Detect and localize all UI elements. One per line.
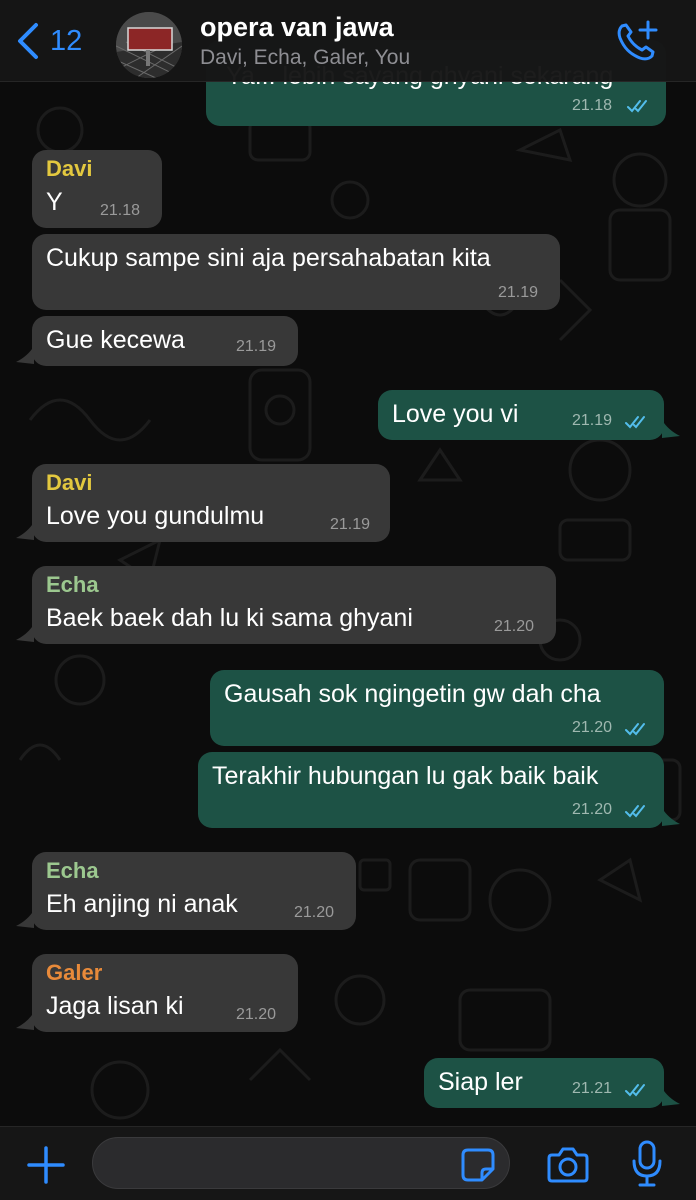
message-input[interactable]: [92, 1137, 510, 1189]
message-outgoing[interactable]: Terakhir hubungan lu gak baik baik 21.20: [198, 752, 664, 828]
unread-count: 12: [50, 24, 83, 57]
message-incoming[interactable]: Cukup sampe sini aja persahabatan kita 2…: [32, 234, 560, 310]
double-check-icon: [627, 100, 647, 113]
message-incoming[interactable]: Galer Jaga lisan ki 21.20: [32, 954, 298, 1032]
attach-button[interactable]: [26, 1145, 66, 1185]
message-text: Love you gundulmu: [46, 502, 265, 530]
message-incoming[interactable]: Echa Eh anjing ni anak 21.20: [32, 852, 356, 930]
chat-header: 12 opera van jawa Davi, Echa, Galer, You: [0, 0, 696, 82]
message-sender: Echa: [46, 572, 99, 597]
message-time: 21.18: [100, 202, 141, 219]
message-sender: Davi: [46, 470, 93, 495]
bubble-tail: [16, 910, 34, 928]
back-button[interactable]: 12: [14, 20, 82, 62]
message-text: Eh anjing ni anak: [46, 890, 238, 918]
group-title[interactable]: opera van jawa: [200, 12, 394, 43]
message-sender: Galer: [46, 960, 103, 985]
message-text: Love you vi: [392, 400, 519, 428]
message-outgoing[interactable]: Gausah sok ngingetin gw dah cha 21.20: [210, 670, 664, 746]
message-time: 21.19: [572, 412, 613, 429]
message-sender: Davi: [46, 156, 93, 181]
message-time: 21.19: [498, 284, 539, 301]
message-text: Jaga lisan ki: [46, 992, 184, 1020]
message-time: 21.20: [572, 719, 613, 736]
message-outgoing[interactable]: Love you vi 21.19: [378, 390, 664, 440]
message-time: 21.20: [236, 1006, 277, 1023]
message-incoming[interactable]: Davi Love you gundulmu 21.19: [32, 464, 390, 542]
double-check-icon: [625, 723, 645, 736]
message-time: 21.18: [572, 97, 613, 114]
microphone-button[interactable]: [630, 1139, 664, 1189]
bubble-tail: [16, 346, 34, 364]
bubble-tail: [662, 1088, 680, 1106]
bubble-tail: [16, 522, 34, 540]
bubble-tail: [16, 1012, 34, 1030]
phone-plus-icon: [617, 20, 658, 61]
message-text: Gue kecewa: [46, 326, 185, 354]
message-incoming[interactable]: Davi Y 21.18: [32, 150, 162, 228]
bubble-tail: [662, 420, 680, 438]
group-avatar[interactable]: [116, 12, 182, 78]
message-time: 21.20: [494, 618, 535, 635]
sticker-button[interactable]: [460, 1147, 496, 1183]
chat-screen: 12 opera van jawa Davi, Echa, Galer, You: [0, 0, 696, 1200]
message-text: Gausah sok ngingetin gw dah cha: [224, 680, 601, 708]
double-check-icon: [625, 1084, 645, 1097]
message-outgoing[interactable]: Siap ler 21.21: [424, 1058, 664, 1108]
message-text: Y: [46, 188, 63, 216]
message-text: Baek baek dah lu ki sama ghyani: [46, 604, 413, 632]
composer-bar: [0, 1126, 696, 1200]
message-incoming[interactable]: Echa Baek baek dah lu ki sama ghyani 21.…: [32, 566, 556, 644]
message-time: 21.19: [330, 516, 371, 533]
message-time: 21.21: [572, 1080, 613, 1097]
message-incoming[interactable]: Gue kecewa 21.19: [32, 316, 298, 366]
camera-button[interactable]: [546, 1145, 590, 1185]
plus-icon: [27, 1146, 65, 1184]
message-text: Terakhir hubungan lu gak baik baik: [212, 762, 599, 790]
bubble-tail: [16, 624, 34, 642]
chevron-left-icon: [18, 23, 38, 59]
microphone-icon: [632, 1140, 662, 1187]
message-time: 21.20: [294, 904, 335, 921]
bubble-tail: [662, 808, 680, 826]
message-time: 21.19: [236, 338, 277, 355]
double-check-icon: [625, 416, 645, 429]
group-members[interactable]: Davi, Echa, Galer, You: [200, 46, 410, 70]
message-time: 21.20: [572, 801, 613, 818]
sticker-icon: [461, 1148, 495, 1182]
group-avatar-image: [116, 12, 182, 78]
double-check-icon: [625, 805, 645, 818]
message-text: Cukup sampe sini aja persahabatan kita: [46, 244, 491, 272]
camera-icon: [547, 1147, 589, 1183]
message-sender: Echa: [46, 858, 99, 883]
add-call-button[interactable]: [612, 16, 662, 66]
message-text: Siap ler: [438, 1068, 523, 1096]
